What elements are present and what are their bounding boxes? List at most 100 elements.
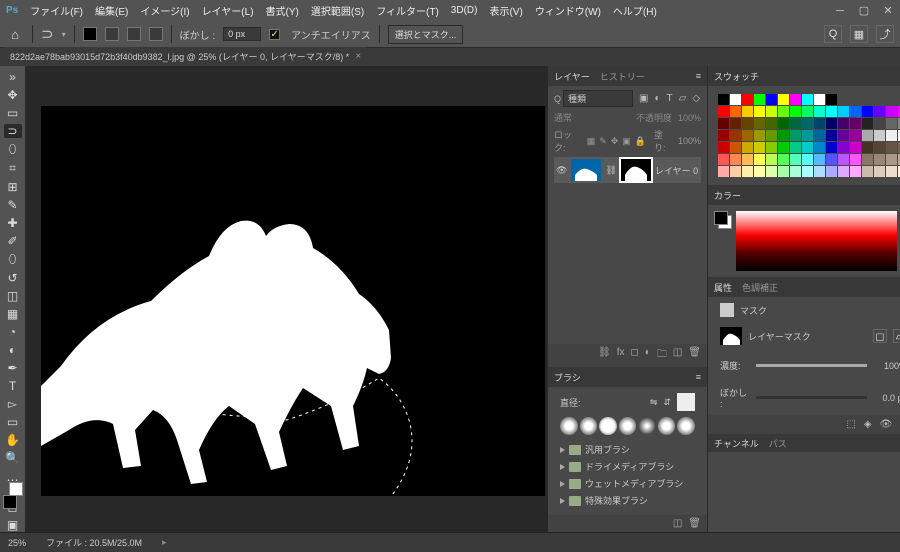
swatch[interactable] [874, 166, 885, 177]
menu-type[interactable]: 書式(Y) [266, 3, 299, 18]
swatch[interactable] [838, 118, 849, 129]
brush-folder[interactable]: 汎用ブラシ [560, 441, 695, 458]
swatch[interactable] [862, 154, 873, 165]
swatch[interactable] [742, 142, 753, 153]
swatch[interactable] [802, 118, 813, 129]
healing-brush-tool[interactable]: ✚ [4, 216, 22, 230]
delete-layer-icon[interactable]: 🗑 [688, 347, 701, 364]
swatch[interactable] [754, 130, 765, 141]
swatch[interactable] [886, 166, 897, 177]
swatch[interactable] [874, 154, 885, 165]
expand-tools-icon[interactable]: » [4, 70, 22, 84]
minimize-icon[interactable]: ─ [834, 5, 846, 17]
swatch[interactable] [742, 94, 753, 105]
menu-file[interactable]: ファイル(F) [30, 3, 83, 18]
swatch[interactable] [778, 118, 789, 129]
swatch[interactable] [802, 142, 813, 153]
swatch[interactable] [838, 154, 849, 165]
lasso-tool[interactable]: ⊃ [4, 124, 22, 138]
tab-color[interactable]: カラー [714, 187, 741, 204]
swatch[interactable] [850, 166, 861, 177]
blur-tool[interactable]: ◔ [4, 325, 22, 339]
swatch[interactable] [766, 166, 777, 177]
swatch[interactable] [886, 142, 897, 153]
swatch[interactable] [742, 154, 753, 165]
delete-brush-icon[interactable]: 🗑 [688, 518, 701, 529]
lock-artboard-icon[interactable]: ▣ [622, 136, 631, 147]
swatch[interactable] [814, 118, 825, 129]
document-tab[interactable]: 822d2ae78bab93015d72b3f40db9382_l.jpg @ … [4, 47, 367, 66]
layer-item-0[interactable]: 👁 ⛓ レイヤー 0 [554, 157, 701, 183]
layer-name[interactable]: レイヤー 0 [655, 164, 698, 177]
swatch[interactable] [850, 154, 861, 165]
brush-tip[interactable] [619, 417, 637, 435]
swatch[interactable] [766, 154, 777, 165]
swatch[interactable] [790, 166, 801, 177]
menu-view[interactable]: 表示(V) [489, 3, 522, 18]
menu-edit[interactable]: 編集(E) [95, 3, 128, 18]
load-selection-icon[interactable]: ⬚ [846, 419, 855, 430]
layer-style-icon[interactable]: fx [617, 347, 625, 364]
swatch[interactable] [778, 166, 789, 177]
brush-tip[interactable] [560, 417, 578, 435]
swatch[interactable] [850, 106, 861, 117]
document-canvas[interactable] [41, 106, 545, 496]
tab-adjustments[interactable]: 色調補正 [742, 279, 778, 296]
swatch[interactable] [730, 118, 741, 129]
swatch[interactable] [826, 130, 837, 141]
swatch[interactable] [826, 166, 837, 177]
file-size-info[interactable]: ファイル : 20.5M/25.0M [46, 536, 142, 549]
swatch[interactable] [826, 118, 837, 129]
swatch[interactable] [826, 94, 837, 105]
swatch[interactable] [730, 166, 741, 177]
mask-thumbnail[interactable] [720, 327, 742, 345]
swatch[interactable] [790, 142, 801, 153]
swatch[interactable] [790, 106, 801, 117]
hand-tool[interactable]: ✋ [4, 433, 22, 447]
swatch[interactable] [742, 130, 753, 141]
feather-slider[interactable] [756, 396, 867, 399]
brush-folder[interactable]: 特殊効果ブラシ [560, 492, 695, 509]
group-icon[interactable]: 🗀 [657, 347, 667, 364]
crop-tool[interactable]: ⌗ [4, 161, 22, 176]
swatch[interactable] [730, 106, 741, 117]
swatch[interactable] [754, 94, 765, 105]
swatch[interactable] [886, 106, 897, 117]
brush-tip[interactable] [638, 417, 656, 435]
swatch[interactable] [718, 130, 729, 141]
swatch[interactable] [886, 118, 897, 129]
swatch[interactable] [862, 118, 873, 129]
swatch[interactable] [838, 142, 849, 153]
swatch[interactable] [742, 106, 753, 117]
selection-mode-add[interactable] [105, 27, 119, 41]
swatch[interactable] [814, 166, 825, 177]
eyedropper-tool[interactable]: ✎ [4, 198, 22, 212]
filter-adjust-icon[interactable]: ◐ [654, 93, 660, 104]
link-layers-icon[interactable]: ⛓ [598, 347, 611, 364]
swatch[interactable] [754, 118, 765, 129]
apply-mask-icon[interactable]: ◈ [864, 419, 872, 430]
swatch[interactable] [802, 106, 813, 117]
swatch[interactable] [742, 166, 753, 177]
lock-position-icon[interactable]: ✥ [611, 136, 619, 147]
swatch[interactable] [730, 94, 741, 105]
swatch[interactable] [850, 118, 861, 129]
brush-folder[interactable]: ウェットメディアブラシ [560, 475, 695, 492]
swatch[interactable] [874, 118, 885, 129]
workspace-icon[interactable]: ▦ [850, 25, 868, 43]
antialias-checkbox[interactable]: ✓ [269, 29, 280, 40]
swatch[interactable] [718, 166, 729, 177]
swatch[interactable] [730, 142, 741, 153]
search-icon[interactable]: Q [824, 25, 842, 43]
menu-image[interactable]: イメージ(I) [140, 3, 189, 18]
filter-smart-icon[interactable]: ◇ [692, 93, 700, 104]
brush-tip[interactable] [580, 417, 598, 435]
lock-all-icon[interactable]: 🔒 [635, 136, 646, 147]
lasso-tool-icon[interactable]: ⊃ [41, 25, 54, 43]
fill-value[interactable]: 100% [678, 136, 701, 146]
close-icon[interactable]: ✕ [882, 5, 894, 17]
swatch[interactable] [778, 154, 789, 165]
filter-pixel-icon[interactable]: ▣ [639, 93, 648, 104]
filter-shape-icon[interactable]: ▱ [679, 93, 687, 104]
swatch[interactable] [814, 142, 825, 153]
